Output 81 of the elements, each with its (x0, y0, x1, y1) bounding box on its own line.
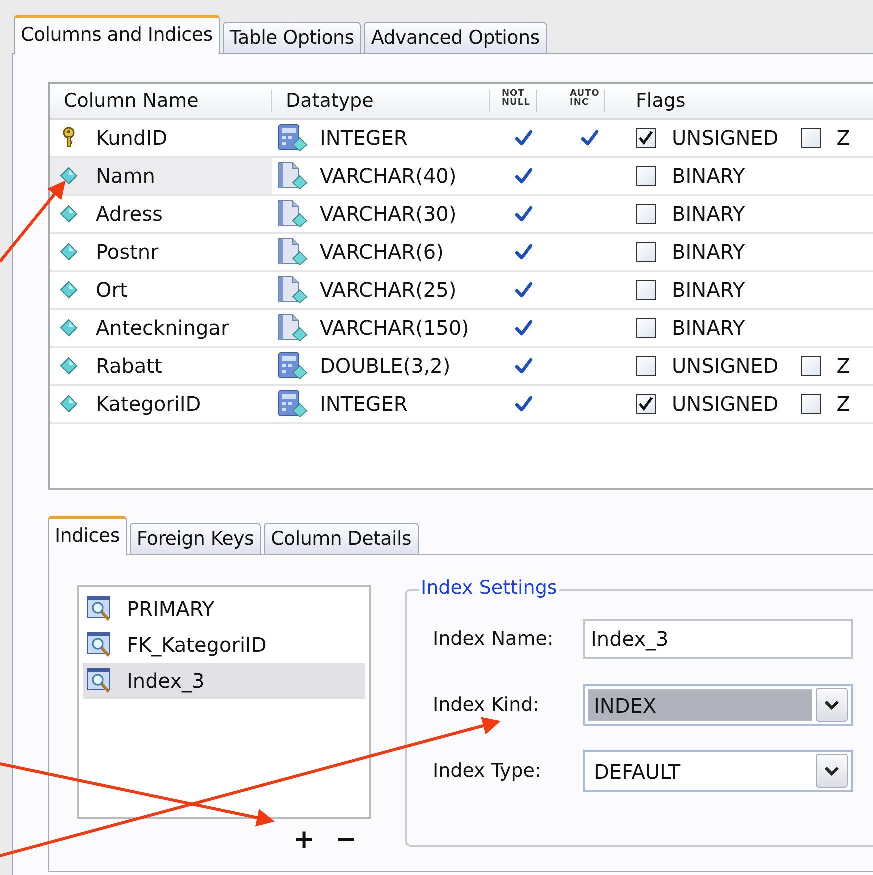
table-cell[interactable]: Postnr (50, 234, 272, 270)
document-icon (278, 162, 308, 190)
add-button[interactable]: + (293, 827, 320, 853)
chevron-down-icon (825, 766, 839, 776)
list-item[interactable]: PRIMARY (83, 591, 365, 627)
checkbox-label: BINARY (672, 240, 746, 264)
magnifier-icon (87, 668, 113, 694)
diamond-icon (60, 243, 78, 261)
diamond-icon (60, 357, 78, 375)
table-cell[interactable]: VARCHAR(40) (272, 158, 490, 194)
magnifier-icon (87, 632, 113, 658)
list-item[interactable]: Index_3 (83, 663, 365, 699)
checkbox-label: UNSIGNED (672, 354, 779, 378)
remove-button[interactable]: − (333, 827, 357, 853)
calculator-icon (278, 124, 308, 152)
document-icon (278, 200, 308, 228)
diamond-icon (60, 395, 78, 413)
document-icon (278, 238, 308, 266)
diamond-icon (60, 281, 78, 299)
column-header[interactable]: Column Name (50, 90, 272, 112)
table-cell[interactable]: Ort (50, 272, 272, 308)
diamond-icon (60, 205, 78, 223)
input-field[interactable]: Index_3 (583, 619, 853, 659)
checkbox[interactable] (636, 280, 656, 300)
checkbox[interactable] (800, 356, 821, 376)
checkbox-label: Z (836, 126, 850, 150)
table-cell[interactable]: Namn (50, 158, 272, 194)
table-cell[interactable]: DOUBLE(3,2) (272, 348, 490, 384)
dropdown[interactable]: INDEX (583, 684, 853, 726)
tab[interactable]: Foreign Keys (130, 523, 262, 554)
table-cell[interactable]: VARCHAR(150) (272, 310, 490, 346)
checkbox-label: BINARY (672, 202, 746, 226)
checkbox[interactable] (636, 204, 656, 224)
table-cell[interactable]: Rabatt (50, 348, 272, 384)
table-cell[interactable]: INTEGER (272, 386, 490, 422)
field-label: Index Type: (433, 760, 542, 782)
checkbox[interactable] (636, 242, 656, 262)
checkbox-label: UNSIGNED (672, 126, 779, 150)
checkbox[interactable] (636, 394, 656, 414)
checkbox[interactable] (800, 128, 821, 148)
list-item[interactable]: FK_KategoriID (83, 627, 365, 663)
table-cell[interactable]: KundID (50, 120, 272, 156)
diamond-icon (60, 167, 78, 185)
table-cell[interactable]: VARCHAR(30) (272, 196, 490, 232)
checkbox-label: BINARY (672, 316, 746, 340)
dropdown[interactable]: DEFAULT (583, 750, 853, 792)
checkbox[interactable] (636, 318, 656, 338)
table-cell[interactable]: KategoriID (50, 386, 272, 422)
column-header[interactable]: AUTO INC (558, 90, 605, 112)
group-title: Index Settings (419, 577, 560, 599)
checkbox-label: UNSIGNED (672, 392, 779, 416)
tab[interactable]: Column Details (264, 523, 419, 554)
tab[interactable]: Advanced Options (364, 22, 547, 53)
table-cell[interactable]: VARCHAR(6) (272, 234, 490, 270)
magnifier-icon (87, 596, 113, 622)
checkbox-label: Z (836, 392, 850, 416)
checkbox[interactable] (636, 166, 656, 186)
checkbox-label: BINARY (672, 278, 746, 302)
checkbox-label: BINARY (672, 164, 746, 188)
tab[interactable]: Columns and Indices (14, 15, 220, 54)
checkbox[interactable] (636, 128, 656, 148)
table-cell[interactable]: VARCHAR(25) (272, 272, 490, 308)
table-cell[interactable]: Anteckningar (50, 310, 272, 346)
table-cell[interactable]: Adress (50, 196, 272, 232)
calculator-icon (278, 352, 308, 380)
chevron-down-icon (825, 700, 839, 710)
field-label: Index Kind: (433, 694, 541, 716)
document-icon (278, 314, 308, 342)
field-label: Index Name: (433, 628, 555, 650)
tab[interactable]: Indices (48, 516, 127, 555)
column-header[interactable]: Datatype (272, 90, 490, 112)
column-header[interactable]: Flags (622, 90, 873, 112)
table-cell[interactable]: INTEGER (272, 120, 490, 156)
calculator-icon (278, 390, 308, 418)
checkbox-label: Z (836, 354, 850, 378)
document-icon (278, 276, 308, 304)
column-header[interactable]: NOT NULL (490, 90, 537, 112)
diamond-icon (60, 319, 78, 337)
tab[interactable]: Table Options (222, 22, 362, 53)
checkbox[interactable] (636, 356, 656, 376)
checkbox[interactable] (800, 394, 821, 414)
